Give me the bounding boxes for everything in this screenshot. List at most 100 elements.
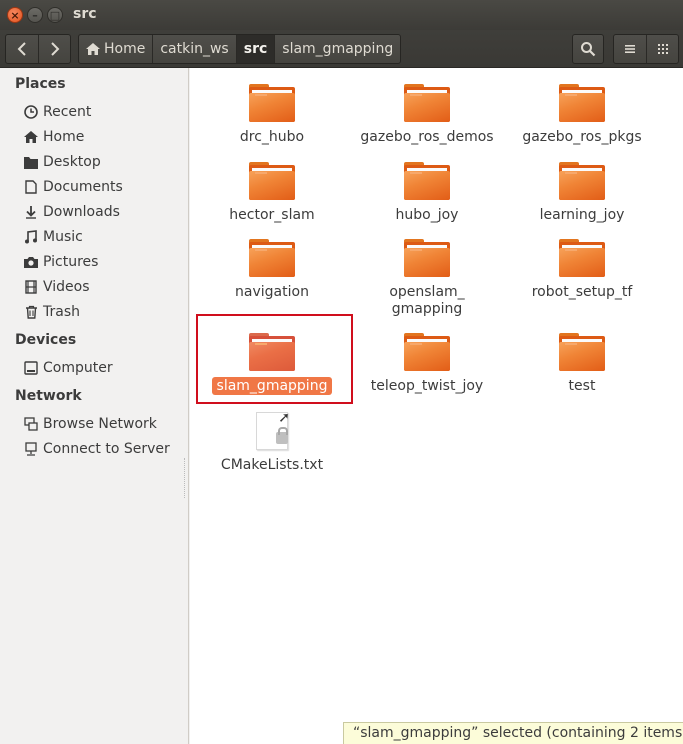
devices-heading: Devices — [15, 332, 77, 348]
drive-icon — [23, 360, 39, 376]
sidebar-item-label: Trash — [43, 304, 80, 320]
folder-icon — [249, 239, 295, 277]
folder-icon — [404, 84, 450, 122]
item-name: slam_gmapping — [211, 377, 333, 395]
item-name: hector_slam — [229, 207, 315, 223]
folder-icon — [404, 239, 450, 277]
folder-icon — [404, 162, 450, 200]
folder-item[interactable]: test — [512, 333, 652, 395]
sidebar-item-videos[interactable]: Videos — [23, 276, 90, 298]
sidebar-item-computer[interactable]: Computer — [23, 357, 113, 379]
download-icon — [23, 204, 39, 220]
sidebar-item-home[interactable]: Home — [23, 126, 84, 148]
item-label: learning_joy — [512, 207, 652, 224]
sidebar-item-downloads[interactable]: Downloads — [23, 201, 120, 223]
sidebar-item-label: Desktop — [43, 154, 101, 170]
sidebar-item-browse-network[interactable]: Browse Network — [23, 413, 157, 435]
folder-item[interactable]: teleop_twist_joy — [357, 333, 497, 395]
breadcrumb: Home catkin_ws src slam_gmapping — [78, 34, 402, 64]
sidebar-item-music[interactable]: Music — [23, 226, 83, 248]
folder-icon — [249, 84, 295, 122]
folder-icon — [249, 162, 295, 200]
breadcrumb-label: slam_gmapping — [282, 41, 394, 57]
item-name: robot_setup_tf — [531, 284, 633, 300]
item-label: gazebo_ros_demos — [357, 129, 497, 146]
folder-item[interactable]: openslam_ gmapping — [357, 239, 497, 318]
folder-item[interactable]: drc_hubo — [202, 84, 342, 146]
folder-icon — [559, 333, 605, 371]
camera-icon — [23, 254, 39, 270]
symlink-file-icon: ➚ — [252, 410, 292, 450]
item-label: robot_setup_tf — [512, 284, 652, 301]
item-label: gazebo_ros_pkgs — [512, 129, 652, 146]
view-toggle-group — [613, 34, 679, 64]
sidebar-resize-handle[interactable] — [184, 458, 187, 498]
breadcrumb-slam-gmapping[interactable]: slam_gmapping — [274, 35, 400, 63]
minimize-window-button[interactable]: – — [27, 7, 43, 23]
history-navigation — [5, 34, 71, 64]
maximize-window-button[interactable]: □ — [47, 7, 63, 23]
item-name: hubo_joy — [395, 207, 459, 223]
breadcrumb-src[interactable]: src — [235, 35, 275, 63]
sidebar-item-desktop[interactable]: Desktop — [23, 151, 101, 173]
music-icon — [23, 229, 39, 245]
network-heading: Network — [15, 388, 82, 404]
chevron-left-icon — [17, 42, 26, 56]
item-label: hubo_joy — [357, 207, 497, 224]
folder-item[interactable]: learning_joy — [512, 162, 652, 224]
file-view: drc_hubo gazebo_ros_demos gazebo_ros_pkg… — [190, 68, 683, 744]
item-label: test — [512, 378, 652, 395]
search-icon — [581, 42, 596, 57]
item-name: CMakeLists.txt — [220, 457, 324, 473]
folder-item[interactable]: gazebo_ros_demos — [357, 84, 497, 146]
folder-icon — [559, 239, 605, 277]
item-label: slam_gmapping — [202, 377, 342, 395]
breadcrumb-home[interactable]: Home — [79, 35, 152, 63]
sidebar: Places Recent Home Desktop Documents Dow… — [0, 68, 189, 744]
item-name: gazebo_ros_demos — [360, 129, 494, 145]
back-button[interactable] — [6, 35, 38, 63]
item-name-continued: gmapping — [391, 301, 463, 317]
clock-icon — [23, 104, 39, 120]
item-name: gazebo_ros_pkgs — [522, 129, 642, 145]
server-icon — [23, 441, 39, 457]
item-label: hector_slam — [202, 207, 342, 224]
folder-item-selected[interactable]: slam_gmapping — [202, 333, 342, 395]
home-icon — [86, 43, 100, 55]
item-label: teleop_twist_joy — [357, 378, 497, 395]
folder-item[interactable]: navigation — [202, 239, 342, 301]
sidebar-item-label: Videos — [43, 279, 90, 295]
breadcrumb-label: src — [243, 41, 268, 57]
grid-view-button[interactable] — [646, 35, 678, 63]
folder-item[interactable]: robot_setup_tf — [512, 239, 652, 301]
folder-item[interactable]: hubo_joy — [357, 162, 497, 224]
item-label: CMakeLists.txt — [202, 457, 342, 474]
folder-icon — [249, 333, 295, 371]
sidebar-item-label: Recent — [43, 104, 92, 120]
sidebar-item-label: Music — [43, 229, 83, 245]
sidebar-item-label: Browse Network — [43, 416, 157, 432]
breadcrumb-label: catkin_ws — [160, 41, 229, 57]
sidebar-item-documents[interactable]: Documents — [23, 176, 123, 198]
link-arrow-icon: ➚ — [278, 410, 290, 426]
close-window-button[interactable]: × — [7, 7, 23, 23]
file-item[interactable]: ➚ CMakeLists.txt — [202, 410, 342, 474]
sidebar-item-pictures[interactable]: Pictures — [23, 251, 98, 273]
folder-item[interactable]: hector_slam — [202, 162, 342, 224]
breadcrumb-catkin-ws[interactable]: catkin_ws — [152, 35, 235, 63]
item-name: learning_joy — [539, 207, 625, 223]
list-view-button[interactable] — [614, 35, 646, 63]
sidebar-item-trash[interactable]: Trash — [23, 301, 80, 323]
folder-icon — [559, 84, 605, 122]
sidebar-item-label: Pictures — [43, 254, 99, 270]
item-name: teleop_twist_joy — [370, 378, 484, 394]
places-heading: Places — [15, 76, 66, 92]
sidebar-item-label: Downloads — [43, 204, 120, 220]
search-button[interactable] — [572, 34, 604, 64]
trash-icon — [23, 304, 39, 320]
forward-button[interactable] — [38, 35, 70, 63]
sidebar-item-label: Documents — [43, 179, 123, 195]
sidebar-item-connect-to-server[interactable]: Connect to Server — [23, 438, 170, 460]
folder-item[interactable]: gazebo_ros_pkgs — [512, 84, 652, 146]
sidebar-item-recent[interactable]: Recent — [23, 101, 91, 123]
